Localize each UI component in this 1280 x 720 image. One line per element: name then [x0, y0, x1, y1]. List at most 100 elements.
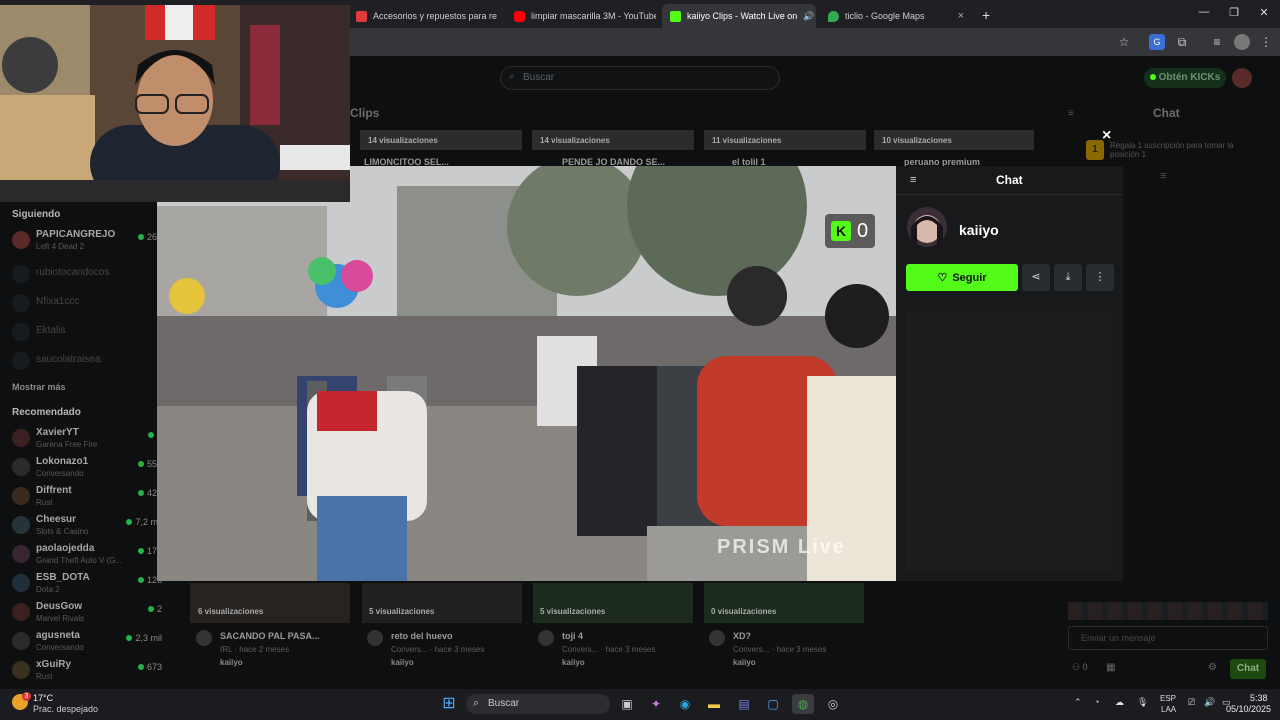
clip-author[interactable]: kaiiyo: [220, 658, 243, 667]
windows-start-icon[interactable]: ⊞: [438, 694, 460, 714]
follow-button[interactable]: ♡ Seguir: [906, 264, 1018, 291]
minimize-icon[interactable]: —: [1196, 6, 1212, 22]
sidebar-recommended-channel[interactable]: XavierYTGarena Free Fire2: [12, 426, 162, 452]
sidebar-recommended-channel[interactable]: DeusGow Marvel Rivals 2: [12, 600, 162, 626]
chat-settings-gear-icon[interactable]: ⚙: [1208, 662, 1217, 673]
get-kicks-button[interactable]: Obtén KICKs: [1144, 68, 1226, 88]
chat-settings-icon[interactable]: ≡: [1160, 170, 1166, 182]
sidebar-recommended-channel[interactable]: Cheesur Slots & Casino 7,2 mil: [12, 513, 162, 539]
channel-avatar[interactable]: [907, 207, 947, 247]
teams-icon[interactable]: ▤: [733, 694, 755, 714]
sidebar-recommended-channel[interactable]: Diffrent Rust 428: [12, 484, 162, 510]
gift-icon[interactable]: ▦: [1106, 662, 1115, 673]
translate-extension-icon[interactable]: G: [1149, 34, 1165, 50]
clip-thumbnail[interactable]: [533, 583, 693, 623]
avatar[interactable]: [538, 630, 554, 646]
sidebar-channel[interactable]: Ektalis: [12, 320, 162, 346]
clip-video-player[interactable]: K 0 PRISM Live: [157, 166, 896, 581]
modal-close-button[interactable]: ×: [1102, 127, 1111, 145]
show-more-link[interactable]: Mostrar más: [12, 382, 66, 392]
sidebar-recommended-channel[interactable]: ESB_DOTA Dota 2 126: [12, 571, 162, 597]
clip-card-thumb[interactable]: 14 visualizaciones: [532, 130, 694, 150]
more-options-icon[interactable]: ⋮: [1086, 264, 1114, 291]
clip-thumbnail[interactable]: [704, 583, 864, 623]
collapse-chat-icon[interactable]: ≡: [1068, 108, 1074, 119]
keyboard-layout[interactable]: LAA: [1161, 705, 1176, 714]
clip-title[interactable]: XD?: [733, 631, 751, 641]
avatar: [12, 429, 30, 447]
bookmark-star-icon[interactable]: ☆: [1116, 34, 1132, 50]
user-avatar[interactable]: [1232, 68, 1252, 88]
avatar[interactable]: [709, 630, 725, 646]
copilot-icon[interactable]: ✦: [645, 694, 667, 714]
clip-card-thumb[interactable]: 14 visualizaciones: [360, 130, 522, 150]
search-input[interactable]: ⌕ Buscar: [500, 66, 780, 90]
volume-icon[interactable]: 🔊: [1204, 697, 1215, 708]
clip-author[interactable]: kaiiyo: [562, 658, 585, 667]
reading-list-icon[interactable]: ≡: [1209, 34, 1225, 50]
new-tab-button[interactable]: +: [982, 7, 990, 23]
viewer-count: 2: [147, 604, 162, 614]
sidebar-recommended-channel[interactable]: xGuiRy Rust 673: [12, 658, 162, 684]
menu-kebab-icon[interactable]: ⋮: [1258, 34, 1274, 50]
language-indicator[interactable]: ESP: [1160, 694, 1176, 703]
avatar[interactable]: [196, 630, 212, 646]
tab-youtube[interactable]: limpiar mascarilla 3M - YouTube ×: [506, 4, 656, 28]
channel-name: paolaojedda: [36, 543, 95, 554]
weather-temp[interactable]: 17°C: [33, 693, 53, 703]
clip-title[interactable]: SACANDO PAL PASA...: [220, 631, 320, 641]
clip-thumbnail[interactable]: [190, 583, 350, 623]
channel-game: Dota 2: [36, 585, 60, 594]
clock-time[interactable]: 5:38: [1250, 693, 1268, 703]
clip-title[interactable]: toji 4: [562, 631, 583, 641]
clock-date[interactable]: 05/10/2025: [1226, 704, 1271, 714]
recommended-heading: Recomendado: [12, 407, 81, 418]
sidebar-channel[interactable]: saucolatraisea: [12, 349, 162, 375]
tab-kick-clips[interactable]: kaiiyo Clips - Watch Live on 🔊 ×: [662, 4, 816, 28]
clip-card-thumb[interactable]: 10 visualizaciones: [874, 130, 1034, 150]
chat-message-input[interactable]: Enviar un mensaje: [1068, 626, 1268, 650]
profile-avatar[interactable]: [1234, 34, 1250, 50]
sidebar-channel[interactable]: Nfixa1ccc: [12, 291, 162, 317]
share-icon[interactable]: ⋖: [1022, 264, 1050, 291]
task-view-icon[interactable]: ▣: [616, 694, 638, 714]
network-icon[interactable]: ⎚: [1188, 697, 1195, 708]
sidebar-channel[interactable]: PAPICANGREJO Left 4 Dead 2 266: [12, 228, 162, 254]
obs-icon[interactable]: ◎: [822, 694, 844, 714]
tab-accesorios[interactable]: Accesorios y repuestos para re ×: [348, 4, 498, 28]
speaker-icon[interactable]: 🔊: [803, 11, 814, 22]
tray-app-icon[interactable]: ◔: [1094, 697, 1099, 707]
microphone-icon[interactable]: 🎙: [1137, 697, 1148, 708]
clip-thumbnail[interactable]: [362, 583, 522, 623]
collapse-chat-icon[interactable]: ≡: [910, 174, 916, 186]
file-explorer-icon[interactable]: ▬: [703, 694, 725, 714]
channel-name: PAPICANGREJO: [36, 229, 116, 240]
sidebar-recommended-channel[interactable]: agusneta Conversando 2,3 mil: [12, 629, 162, 655]
clip-author[interactable]: kaiiyo: [733, 658, 756, 667]
edge-icon[interactable]: ◉: [674, 694, 696, 714]
chrome-icon[interactable]: ◍: [792, 694, 814, 714]
extensions-icon[interactable]: ⧉: [1174, 34, 1190, 50]
tray-chevron-icon[interactable]: ⌃: [1074, 697, 1082, 708]
sidebar-recommended-channel[interactable]: paolaojedda Grand Theft Auto V (G... 175: [12, 542, 162, 568]
weather-desc[interactable]: Prac. despejado: [33, 704, 98, 714]
close-tab-icon[interactable]: ×: [958, 10, 964, 22]
clip-title[interactable]: reto del huevo: [391, 631, 453, 641]
points-counter[interactable]: ⚇ 0: [1072, 662, 1088, 673]
download-icon[interactable]: ⤓: [1054, 264, 1082, 291]
clip-card-thumb[interactable]: 11 visualizaciones: [704, 130, 866, 150]
window-close-icon[interactable]: ✕: [1256, 6, 1272, 22]
sidebar-recommended-channel[interactable]: Lokonazo1 Conversando 556: [12, 455, 162, 481]
onedrive-icon[interactable]: ☁: [1115, 697, 1124, 708]
channel-name[interactable]: kaiiyo: [959, 222, 999, 238]
sidebar-channel[interactable]: rubiotocandocos: [12, 262, 162, 288]
emote-strip[interactable]: [1068, 602, 1268, 620]
taskbar-search[interactable]: ⌕ Buscar: [466, 694, 610, 714]
store-icon[interactable]: ▢: [762, 694, 784, 714]
clip-author[interactable]: kaiiyo: [391, 658, 414, 667]
avatar[interactable]: [367, 630, 383, 646]
restore-icon[interactable]: ❐: [1226, 6, 1242, 22]
avatar: [12, 458, 30, 476]
send-chat-button[interactable]: Chat: [1230, 659, 1266, 679]
tab-google-maps[interactable]: ticlio - Google Maps ×: [820, 4, 972, 28]
